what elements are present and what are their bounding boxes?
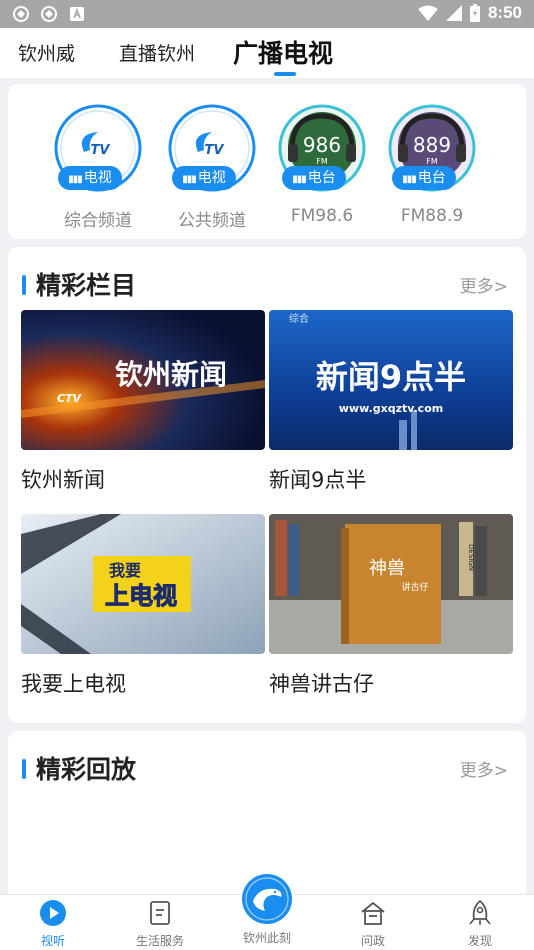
program-card-news-930[interactable]: 综合 新闻9点半 www.gxqztv.com 新闻9点半 (269, 310, 513, 494)
radio-badge: ▮▮▮ 电台 (282, 166, 346, 190)
program-card-qinzhou-news[interactable]: 钦州新闻 CTV 钦州新闻 (21, 310, 265, 494)
channel-name: 公共频道 (178, 211, 246, 231)
nav-discover[interactable]: 发现 (440, 899, 520, 949)
channel-zonghe[interactable]: TV ▮▮▮ 电视 综合频道 (46, 104, 150, 231)
tv-badge: ▮▮▮ 电视 (172, 166, 236, 190)
program-thumbnail: 神兽 讲古仔 DESIGN (269, 514, 513, 654)
status-bar: 8:50 (0, 0, 534, 28)
program-name: 我要上电视 (21, 672, 126, 696)
notification-icon (41, 6, 57, 22)
svg-text:新闻9点半: 新闻9点半 (316, 358, 466, 396)
program-name: 新闻9点半 (269, 468, 367, 492)
active-tab-indicator (274, 72, 296, 76)
home-icon (361, 901, 385, 925)
section-title: 精彩回放 (36, 755, 137, 784)
svg-text:上电视: 上电视 (105, 582, 177, 610)
section-title: 精彩栏目 (36, 271, 137, 300)
program-thumbnail: 钦州新闻 CTV (21, 310, 265, 450)
section-header: 精彩栏目 更多> (8, 263, 526, 303)
program-thumbnail: 综合 新闻9点半 www.gxqztv.com (269, 310, 513, 450)
signal-bars-icon: ▮▮▮ (68, 174, 82, 185)
program-name: 神兽讲古仔 (269, 672, 374, 696)
svg-text:讲古仔: 讲古仔 (401, 581, 428, 593)
tab-live-qinzhou[interactable]: 直播钦州 (119, 39, 195, 66)
svg-text:TV: TV (205, 143, 225, 158)
wifi-icon (417, 5, 438, 21)
nav-label: 生活服务 (135, 934, 184, 948)
nav-label: 问政 (360, 934, 385, 948)
signal-bars-icon: ▮▮▮ (402, 174, 416, 185)
program-card-on-tv[interactable]: 我要 上电视 我要上电视 (21, 514, 265, 698)
svg-text:综合: 综合 (289, 312, 309, 325)
section-header: 精彩回放 更多> (8, 747, 526, 787)
rocket-icon (469, 899, 491, 925)
program-card-mythical-tales[interactable]: 神兽 讲古仔 DESIGN 神兽讲古仔 (269, 514, 513, 698)
svg-text:FM: FM (316, 157, 328, 166)
svg-text:CTV: CTV (57, 392, 83, 405)
more-link[interactable]: 更多> (460, 756, 508, 781)
nav-label-qinzhou-now[interactable]: 钦州此刻 (227, 929, 307, 946)
section-accent-bar (22, 759, 26, 779)
svg-text:FM: FM (426, 157, 438, 166)
channel-gonggong[interactable]: TV ▮▮▮ 电视 公共频道 (160, 104, 264, 231)
svg-text:TV: TV (91, 143, 111, 158)
nav-label: 发现 (467, 934, 492, 948)
nav-label: 视听 (40, 934, 65, 948)
tab-radio-tv[interactable]: 广播电视 (233, 34, 333, 70)
svg-text:神兽: 神兽 (369, 558, 405, 579)
nav-life-services[interactable]: 生活服务 (120, 899, 200, 949)
radio-badge: ▮▮▮ 电台 (392, 166, 456, 190)
channels-card: TV ▮▮▮ 电视 综合频道 TV ▮▮▮ 电视 公共频道 986 FM ▮▮▮ 电台… (8, 84, 526, 239)
channel-name: FM98.6 (290, 206, 354, 226)
nav-audio-video[interactable]: 视听 (13, 899, 93, 949)
top-tab-bar: 钦州威 直播钦州 广播电视 (0, 28, 534, 78)
svg-text:986: 986 (303, 133, 341, 157)
channel-name: 综合频道 (64, 211, 132, 231)
svg-text:钦州新闻: 钦州新闻 (115, 358, 227, 391)
battery-icon (469, 4, 480, 22)
nav-inquiry[interactable]: 问政 (333, 899, 413, 949)
signal-bars-icon: ▮▮▮ (182, 174, 196, 185)
document-icon (150, 901, 170, 925)
channel-fm889[interactable]: 889 FM ▮▮▮ 电台 FM88.9 (380, 104, 484, 226)
program-name: 钦州新闻 (21, 468, 105, 492)
svg-text:889: 889 (413, 133, 451, 157)
app-notification-icon (70, 7, 84, 21)
channel-name: FM88.9 (400, 206, 464, 226)
tv-badge: ▮▮▮ 电视 (58, 166, 122, 190)
signal-icon (445, 5, 462, 21)
notification-icon (13, 6, 29, 22)
dolphin-globe-icon[interactable] (241, 873, 293, 925)
svg-text:DESIGN: DESIGN (467, 544, 475, 571)
section-accent-bar (22, 275, 26, 295)
svg-text:我要: 我要 (109, 561, 141, 580)
signal-bars-icon: ▮▮▮ (292, 174, 306, 185)
program-thumbnail: 我要 上电视 (21, 514, 265, 654)
featured-programs-card: 精彩栏目 更多> 钦州新闻 CTV 钦州新闻 综合 新闻9点半 www.gxqz… (8, 247, 526, 723)
more-link[interactable]: 更多> (460, 272, 508, 297)
play-icon (40, 900, 66, 926)
clock: 8:50 (487, 3, 522, 22)
svg-text:www.gxqztv.com: www.gxqztv.com (339, 402, 443, 415)
tab-qinzhou-wei[interactable]: 钦州威 (18, 39, 75, 66)
channel-fm986[interactable]: 986 FM ▮▮▮ 电台 FM98.6 (270, 104, 374, 226)
